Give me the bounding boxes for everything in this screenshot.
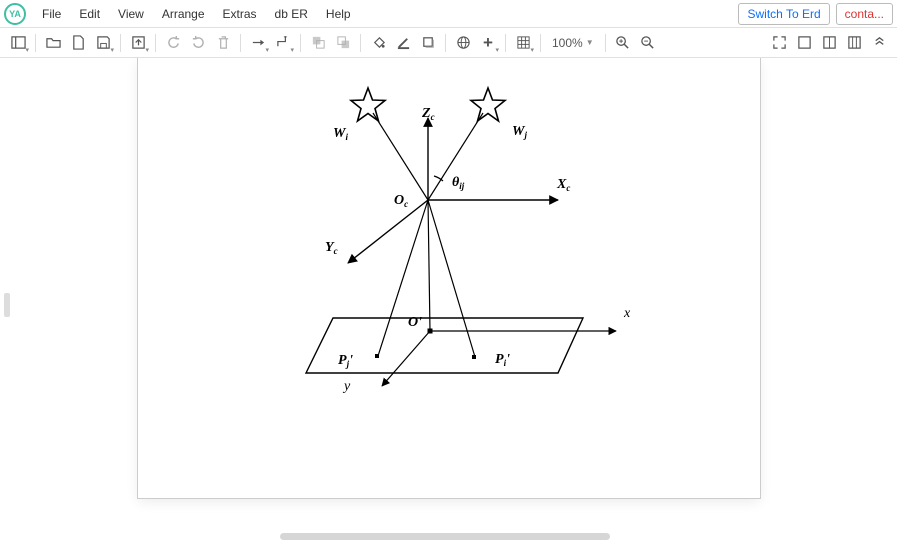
delete-button[interactable] [211, 31, 235, 55]
label-zc: Zc [421, 106, 435, 122]
undo-button[interactable] [161, 31, 185, 55]
zoom-out-button[interactable] [636, 31, 660, 55]
format-panel-button[interactable] [792, 31, 816, 55]
line-color-button[interactable] [391, 31, 415, 55]
diagram-svg: Zc Xc Yc Oc θij Wi Wj O' x y Pi' Pj' [138, 58, 760, 498]
label-oc: Oc [394, 193, 408, 209]
horizontal-scrollbar[interactable] [280, 533, 610, 540]
label-y: y [342, 379, 351, 394]
logo-text: YA [9, 9, 21, 19]
menu-db-er[interactable]: db ER [267, 3, 316, 25]
new-page-button[interactable] [66, 31, 90, 55]
switch-to-erd-button[interactable]: Switch To Erd [738, 3, 829, 25]
label-yc: Yc [325, 240, 338, 256]
contact-button[interactable]: conta... [836, 3, 893, 25]
sidebar-collapse-handle[interactable] [4, 293, 10, 317]
label-oprime: O' [408, 315, 422, 330]
zoom-in-button[interactable] [611, 31, 635, 55]
export-button[interactable] [126, 31, 150, 55]
star-right-icon [471, 88, 505, 121]
open-button[interactable] [41, 31, 65, 55]
fill-color-button[interactable] [366, 31, 390, 55]
menu-file[interactable]: File [34, 3, 69, 25]
menu-arrange[interactable]: Arrange [154, 3, 213, 25]
zoom-value: 100% [552, 36, 583, 50]
label-xc: Xc [556, 177, 570, 193]
collapse-toolbar-button[interactable] [867, 31, 891, 55]
app-logo: YA [4, 3, 26, 25]
fullscreen-button[interactable] [767, 31, 791, 55]
menubar: YA File Edit View Arrange Extras db ER H… [0, 0, 897, 28]
label-pj-prime: Pj' [338, 353, 353, 369]
menu-extras[interactable]: Extras [215, 3, 265, 25]
to-front-button[interactable] [306, 31, 330, 55]
insert-button[interactable]: + [476, 31, 500, 55]
canvas[interactable]: Zc Xc Yc Oc θij Wi Wj O' x y Pi' Pj' [138, 58, 760, 498]
outline-panel-button[interactable] [817, 31, 841, 55]
label-pi-prime: Pi' [495, 352, 510, 368]
menu-edit[interactable]: Edit [71, 3, 108, 25]
connection-style-button[interactable] [246, 31, 270, 55]
layers-panel-button[interactable] [842, 31, 866, 55]
save-button[interactable] [91, 31, 115, 55]
label-theta: θij [452, 175, 465, 191]
workspace: Zc Xc Yc Oc θij Wi Wj O' x y Pi' Pj' [0, 58, 897, 551]
menu-view[interactable]: View [110, 3, 152, 25]
to-back-button[interactable] [331, 31, 355, 55]
globe-icon[interactable] [451, 31, 475, 55]
view-sidebar-toggle[interactable] [6, 31, 30, 55]
star-left-icon [351, 88, 385, 121]
table-button[interactable] [511, 31, 535, 55]
label-x: x [623, 306, 631, 321]
redo-button[interactable] [186, 31, 210, 55]
zoom-dropdown[interactable]: 100%▼ [546, 36, 600, 50]
waypoint-style-button[interactable] [271, 31, 295, 55]
menu-help[interactable]: Help [318, 3, 359, 25]
label-wj: Wj [512, 124, 527, 140]
label-wi: Wi [333, 126, 348, 142]
toolbar: + 100%▼ [0, 28, 897, 58]
shadow-button[interactable] [416, 31, 440, 55]
